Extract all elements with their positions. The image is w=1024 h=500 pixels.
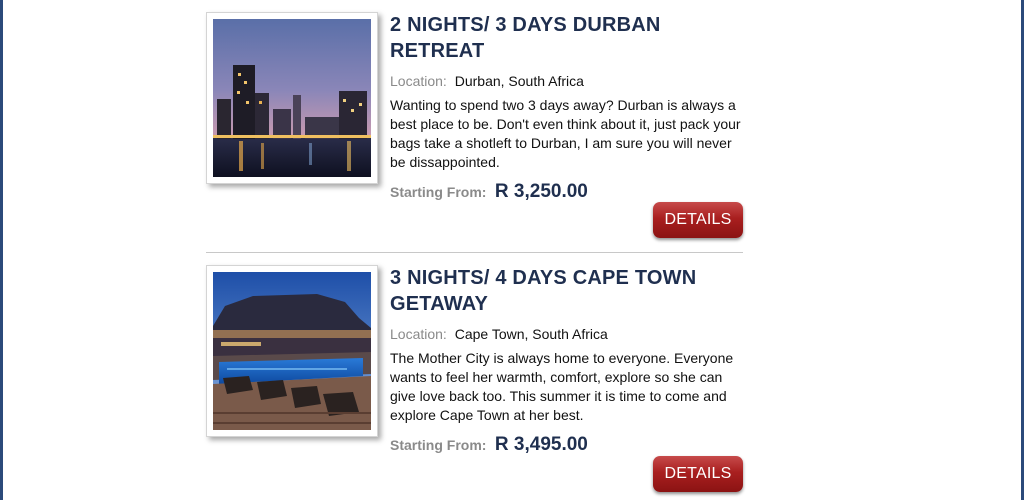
package-thumbnail[interactable] [206,12,378,184]
package-content: 2 NIGHTS/ 3 DAYS DURBAN RETREAT Location… [390,12,743,203]
details-button[interactable]: DETAILS [653,202,743,238]
location-row: Location: Cape Town, South Africa [390,325,743,343]
price-value: R 3,495.00 [494,434,588,455]
package-listing: 2 NIGHTS/ 3 DAYS DURBAN RETREAT Location… [206,12,743,240]
cape-town-pool-photo [213,272,371,430]
package-content: 3 NIGHTS/ 4 DAYS CAPE TOWN GETAWAY Locat… [390,265,743,456]
package-description: Wanting to spend two 3 days away? Durban… [390,97,741,170]
package-thumbnail[interactable] [206,265,378,437]
price-row: Starting From: R 3,250.00 [390,181,743,203]
details-button[interactable]: DETAILS [653,456,743,492]
package-title[interactable]: 2 NIGHTS/ 3 DAYS DURBAN RETREAT [390,12,743,64]
package-description: The Mother City is always home to everyo… [390,350,734,423]
location-value: Durban, South Africa [454,73,584,89]
durban-night-skyline-photo [213,19,371,177]
location-row: Location: Durban, South Africa [390,72,743,90]
price-value: R 3,250.00 [494,181,588,202]
location-label: Location: [390,326,447,342]
package-listing: 3 NIGHTS/ 4 DAYS CAPE TOWN GETAWAY Locat… [206,265,743,500]
location-label: Location: [390,73,447,89]
price-row: Starting From: R 3,495.00 [390,434,743,456]
package-title[interactable]: 3 NIGHTS/ 4 DAYS CAPE TOWN GETAWAY [390,265,743,317]
price-label: Starting From: [390,437,487,453]
price-label: Starting From: [390,184,487,200]
listing-divider [206,252,743,253]
page-frame-left [0,0,3,500]
location-value: Cape Town, South Africa [454,326,608,342]
